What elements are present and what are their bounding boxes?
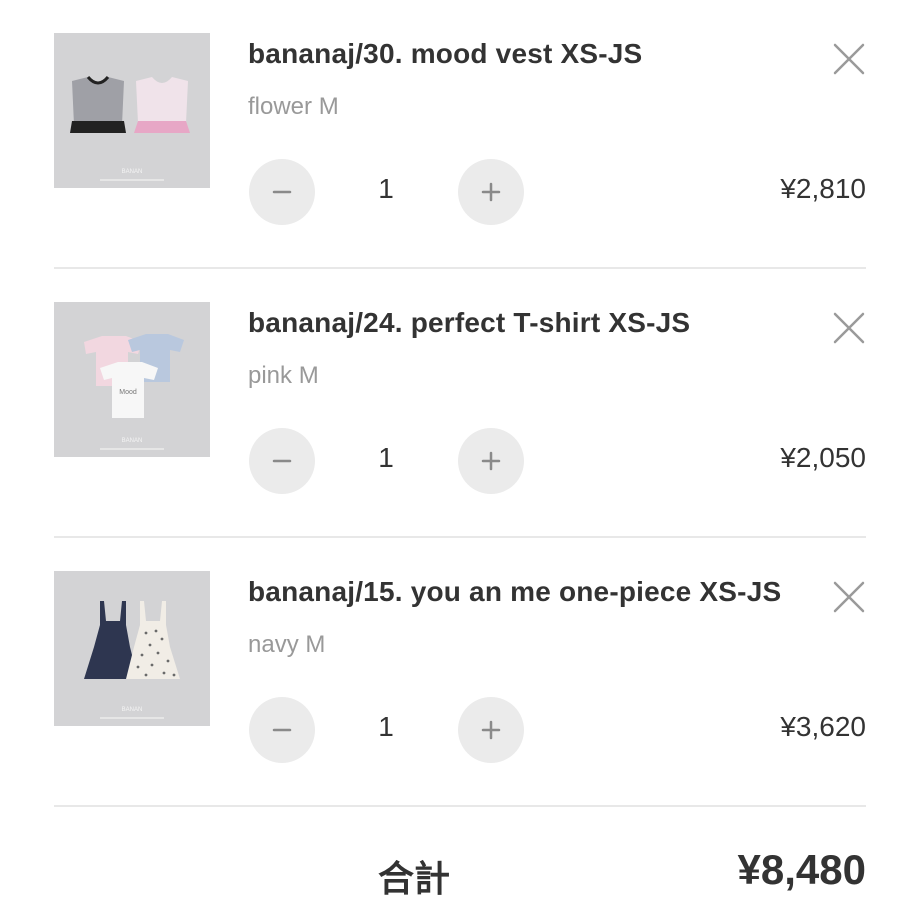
close-icon	[833, 312, 865, 344]
svg-text:BANAN: BANAN	[122, 169, 143, 175]
divider	[54, 805, 866, 807]
increase-quantity-button[interactable]	[458, 697, 524, 763]
minus-icon	[272, 459, 292, 463]
cart-item: Mood BANAN bananaj/24. perfect T-shirt X…	[0, 269, 920, 539]
item-price: ¥2,050	[780, 442, 866, 473]
svg-text:BANAN: BANAN	[122, 438, 143, 444]
quantity-value: 1	[378, 173, 394, 204]
minus-icon	[272, 190, 292, 194]
total-amount: ¥8,480	[737, 846, 866, 893]
item-price: ¥3,620	[780, 711, 866, 742]
close-icon	[833, 581, 865, 613]
tshirt-product-photo-icon: Mood BANAN	[54, 302, 210, 457]
plus-icon	[481, 451, 501, 471]
product-variant: navy M	[248, 631, 326, 658]
product-thumbnail[interactable]: BANAN	[54, 33, 210, 188]
total-label: 合計	[378, 858, 451, 899]
quantity-value: 1	[378, 442, 394, 473]
product-title[interactable]: bananaj/24. perfect T-shirt XS-JS	[248, 307, 690, 339]
decrease-quantity-button[interactable]	[249, 159, 315, 225]
product-variant: pink M	[248, 362, 319, 389]
remove-item-button[interactable]	[832, 311, 866, 345]
cart-item: BANAN bananaj/30. mood vest XS-JS flower…	[0, 0, 920, 270]
plus-icon	[481, 182, 501, 202]
plus-icon	[481, 720, 501, 740]
cart-list: BANAN bananaj/30. mood vest XS-JS flower…	[0, 0, 920, 920]
product-variant: flower M	[248, 93, 339, 120]
decrease-quantity-button[interactable]	[249, 428, 315, 494]
increase-quantity-button[interactable]	[458, 159, 524, 225]
quantity-value: 1	[378, 711, 394, 742]
remove-item-button[interactable]	[832, 580, 866, 614]
svg-text:BANAN: BANAN	[122, 707, 143, 713]
increase-quantity-button[interactable]	[458, 428, 524, 494]
onepiece-product-photo-icon: BANAN	[54, 571, 210, 726]
svg-text:Mood: Mood	[119, 389, 137, 396]
product-thumbnail[interactable]: Mood BANAN	[54, 302, 210, 457]
product-title[interactable]: bananaj/30. mood vest XS-JS	[248, 38, 642, 70]
close-icon	[833, 43, 865, 75]
item-price: ¥2,810	[780, 173, 866, 204]
minus-icon	[272, 728, 292, 732]
vest-product-photo-icon: BANAN	[54, 33, 210, 188]
product-title[interactable]: bananaj/15. you an me one-piece XS-JS	[248, 576, 781, 608]
product-thumbnail[interactable]: BANAN	[54, 571, 210, 726]
cart-item: BANAN bananaj/15. you an me one-piece XS…	[0, 538, 920, 808]
decrease-quantity-button[interactable]	[249, 697, 315, 763]
remove-item-button[interactable]	[832, 42, 866, 76]
